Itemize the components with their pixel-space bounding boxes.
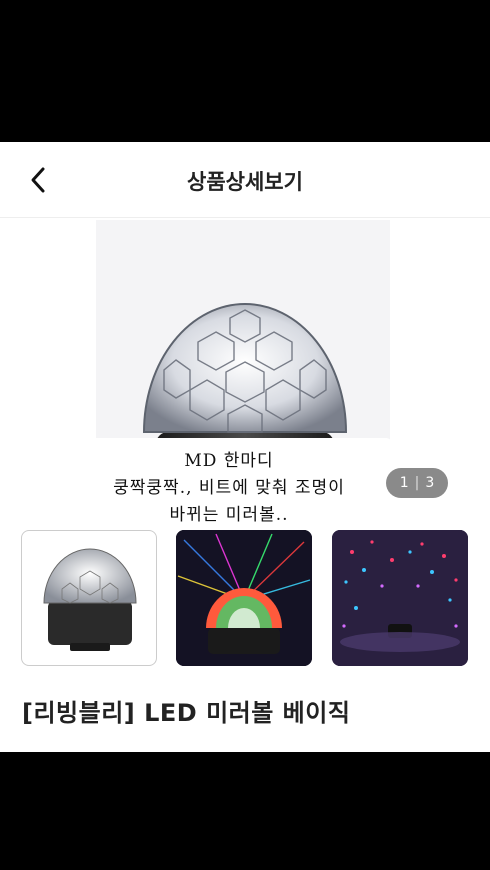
mirror-ball-lights-thumbnail	[176, 530, 312, 666]
image-counter-separator: |	[414, 475, 420, 491]
image-counter-total: 3	[425, 475, 435, 491]
product-detail-screen: 상품상세보기 MD 한마디 쿵짝쿵짝., 비트에 맞춰 조명이 바뀌는 미러볼.…	[0, 142, 490, 752]
image-counter-current: 1	[399, 475, 409, 491]
image-counter: 1 | 3	[386, 468, 448, 498]
mirror-ball-thumbnail	[43, 548, 137, 651]
product-title: [리빙블리] LED 미러볼 베이직	[22, 699, 351, 727]
page-title: 상품상세보기	[187, 170, 303, 194]
md-note-line-3: 바뀌는 미러볼..	[169, 505, 289, 525]
status-bar-area	[0, 0, 490, 142]
md-note-line-2: 쿵짝쿵짝., 비트에 맞춰 조명이	[113, 478, 345, 498]
navigation-bar-area	[0, 752, 490, 870]
header: 상품상세보기	[0, 142, 490, 218]
mirror-ball-party-thumbnail	[332, 530, 468, 666]
thumbnail-1[interactable]	[21, 530, 157, 666]
thumbnail-3[interactable]	[332, 530, 468, 666]
thumbnail-2[interactable]	[176, 530, 312, 666]
md-note-title: MD 한마디	[184, 451, 274, 471]
